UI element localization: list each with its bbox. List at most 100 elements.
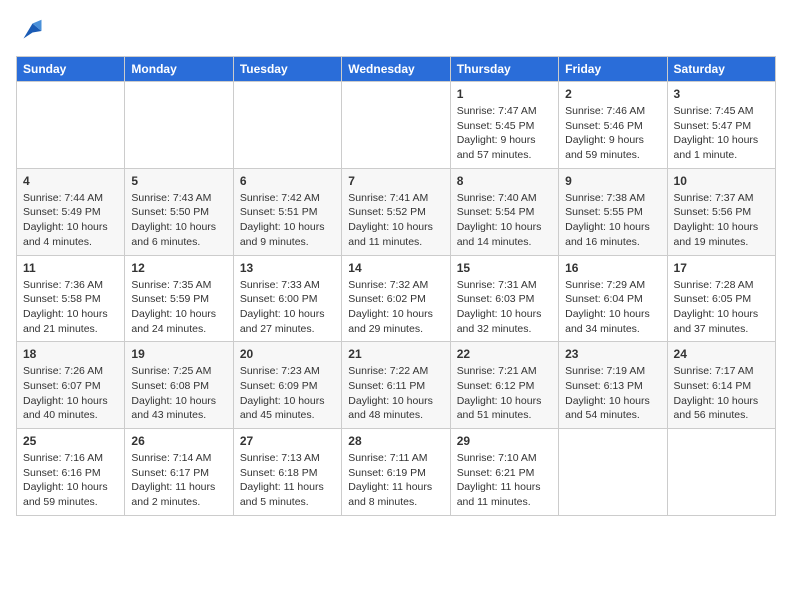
day-info: Sunrise: 7:41 AM Sunset: 5:52 PM Dayligh… — [348, 191, 443, 250]
calendar-cell: 5 Sunrise: 7:43 AM Sunset: 5:50 PM Daylig… — [125, 168, 233, 255]
calendar-cell: 4 Sunrise: 7:44 AM Sunset: 5:49 PM Daylig… — [17, 168, 125, 255]
day-number: 7 — [348, 174, 443, 188]
calendar-cell: 1 Sunrise: 7:47 AM Sunset: 5:45 PM Daylig… — [450, 82, 558, 169]
page-header — [16, 16, 776, 46]
calendar-week-row: 11 Sunrise: 7:36 AM Sunset: 5:58 PM Dayli… — [17, 255, 776, 342]
day-info: Sunrise: 7:19 AM Sunset: 6:13 PM Dayligh… — [565, 364, 660, 423]
day-number: 23 — [565, 347, 660, 361]
day-info: Sunrise: 7:22 AM Sunset: 6:11 PM Dayligh… — [348, 364, 443, 423]
day-number: 19 — [131, 347, 226, 361]
day-number: 10 — [674, 174, 769, 188]
day-number: 5 — [131, 174, 226, 188]
day-number: 18 — [23, 347, 118, 361]
weekday-header-sunday: Sunday — [17, 57, 125, 82]
calendar-cell: 10Sunrise: 7:37 AM Sunset: 5:56 PM Dayli… — [667, 168, 775, 255]
day-info: Sunrise: 7:23 AM Sunset: 6:09 PM Dayligh… — [240, 364, 335, 423]
day-info: Sunrise: 7:47 AM Sunset: 5:45 PM Dayligh… — [457, 104, 552, 163]
calendar-week-row: 18 Sunrise: 7:26 AM Sunset: 6:07 PM Dayli… — [17, 342, 776, 429]
day-info: Sunrise: 7:33 AM Sunset: 6:00 PM Dayligh… — [240, 278, 335, 337]
day-info: Sunrise: 7:43 AM Sunset: 5:50 PM Dayligh… — [131, 191, 226, 250]
day-number: 14 — [348, 261, 443, 275]
day-number: 21 — [348, 347, 443, 361]
calendar-cell: 17 Sunrise: 7:28 AM Sunset: 6:05 PM Dayli… — [667, 255, 775, 342]
day-info: Sunrise: 7:40 AM Sunset: 5:54 PM Dayligh… — [457, 191, 552, 250]
day-info: Sunrise: 7:14 AM Sunset: 6:17 PM Dayligh… — [131, 451, 226, 510]
calendar-cell: 24 Sunrise: 7:17 AM Sunset: 6:14 PM Dayli… — [667, 342, 775, 429]
day-number: 3 — [674, 87, 769, 101]
calendar-cell: 22Sunrise: 7:21 AM Sunset: 6:12 PM Dayli… — [450, 342, 558, 429]
calendar-table: SundayMondayTuesdayWednesdayThursdayFrid… — [16, 56, 776, 516]
calendar-cell — [233, 82, 341, 169]
day-info: Sunrise: 7:17 AM Sunset: 6:14 PM Dayligh… — [674, 364, 769, 423]
weekday-header-wednesday: Wednesday — [342, 57, 450, 82]
day-number: 11 — [23, 261, 118, 275]
day-info: Sunrise: 7:13 AM Sunset: 6:18 PM Dayligh… — [240, 451, 335, 510]
calendar-cell: 20 Sunrise: 7:23 AM Sunset: 6:09 PM Dayli… — [233, 342, 341, 429]
day-info: Sunrise: 7:35 AM Sunset: 5:59 PM Dayligh… — [131, 278, 226, 337]
logo — [16, 16, 50, 46]
day-number: 17 — [674, 261, 769, 275]
calendar-cell: 12 Sunrise: 7:35 AM Sunset: 5:59 PM Dayli… — [125, 255, 233, 342]
day-number: 27 — [240, 434, 335, 448]
calendar-cell — [559, 429, 667, 516]
day-info: Sunrise: 7:44 AM Sunset: 5:49 PM Dayligh… — [23, 191, 118, 250]
calendar-week-row: 4 Sunrise: 7:44 AM Sunset: 5:49 PM Daylig… — [17, 168, 776, 255]
calendar-cell: 28 Sunrise: 7:11 AM Sunset: 6:19 PM Dayli… — [342, 429, 450, 516]
calendar-cell: 19 Sunrise: 7:25 AM Sunset: 6:08 PM Dayli… — [125, 342, 233, 429]
day-info: Sunrise: 7:46 AM Sunset: 5:46 PM Dayligh… — [565, 104, 660, 163]
day-info: Sunrise: 7:45 AM Sunset: 5:47 PM Dayligh… — [674, 104, 769, 163]
calendar-cell — [17, 82, 125, 169]
day-number: 15 — [457, 261, 552, 275]
calendar-cell: 9 Sunrise: 7:38 AM Sunset: 5:55 PM Daylig… — [559, 168, 667, 255]
day-info: Sunrise: 7:11 AM Sunset: 6:19 PM Dayligh… — [348, 451, 443, 510]
weekday-header-monday: Monday — [125, 57, 233, 82]
day-number: 29 — [457, 434, 552, 448]
day-number: 28 — [348, 434, 443, 448]
day-info: Sunrise: 7:36 AM Sunset: 5:58 PM Dayligh… — [23, 278, 118, 337]
calendar-cell — [125, 82, 233, 169]
calendar-cell: 7 Sunrise: 7:41 AM Sunset: 5:52 PM Daylig… — [342, 168, 450, 255]
day-info: Sunrise: 7:10 AM Sunset: 6:21 PM Dayligh… — [457, 451, 552, 510]
calendar-week-row: 25 Sunrise: 7:16 AM Sunset: 6:16 PM Dayli… — [17, 429, 776, 516]
weekday-header-friday: Friday — [559, 57, 667, 82]
day-number: 22 — [457, 347, 552, 361]
weekday-header-thursday: Thursday — [450, 57, 558, 82]
day-number: 13 — [240, 261, 335, 275]
calendar-cell: 11 Sunrise: 7:36 AM Sunset: 5:58 PM Dayli… — [17, 255, 125, 342]
day-number: 25 — [23, 434, 118, 448]
calendar-week-row: 1 Sunrise: 7:47 AM Sunset: 5:45 PM Daylig… — [17, 82, 776, 169]
day-info: Sunrise: 7:38 AM Sunset: 5:55 PM Dayligh… — [565, 191, 660, 250]
calendar-cell: 8 Sunrise: 7:40 AM Sunset: 5:54 PM Daylig… — [450, 168, 558, 255]
calendar-cell — [667, 429, 775, 516]
day-info: Sunrise: 7:42 AM Sunset: 5:51 PM Dayligh… — [240, 191, 335, 250]
day-number: 12 — [131, 261, 226, 275]
day-number: 4 — [23, 174, 118, 188]
calendar-header-row: SundayMondayTuesdayWednesdayThursdayFrid… — [17, 57, 776, 82]
calendar-cell: 23 Sunrise: 7:19 AM Sunset: 6:13 PM Dayli… — [559, 342, 667, 429]
day-number: 24 — [674, 347, 769, 361]
day-info: Sunrise: 7:28 AM Sunset: 6:05 PM Dayligh… — [674, 278, 769, 337]
day-number: 20 — [240, 347, 335, 361]
day-number: 6 — [240, 174, 335, 188]
calendar-cell: 3 Sunrise: 7:45 AM Sunset: 5:47 PM Daylig… — [667, 82, 775, 169]
day-info: Sunrise: 7:32 AM Sunset: 6:02 PM Dayligh… — [348, 278, 443, 337]
weekday-header-tuesday: Tuesday — [233, 57, 341, 82]
day-info: Sunrise: 7:31 AM Sunset: 6:03 PM Dayligh… — [457, 278, 552, 337]
weekday-header-saturday: Saturday — [667, 57, 775, 82]
calendar-cell: 25 Sunrise: 7:16 AM Sunset: 6:16 PM Dayli… — [17, 429, 125, 516]
day-info: Sunrise: 7:26 AM Sunset: 6:07 PM Dayligh… — [23, 364, 118, 423]
calendar-cell: 2Sunrise: 7:46 AM Sunset: 5:46 PM Daylig… — [559, 82, 667, 169]
calendar-cell: 27 Sunrise: 7:13 AM Sunset: 6:18 PM Dayli… — [233, 429, 341, 516]
calendar-cell: 13 Sunrise: 7:33 AM Sunset: 6:00 PM Dayli… — [233, 255, 341, 342]
calendar-cell — [342, 82, 450, 169]
day-number: 9 — [565, 174, 660, 188]
calendar-cell: 16Sunrise: 7:29 AM Sunset: 6:04 PM Dayli… — [559, 255, 667, 342]
day-info: Sunrise: 7:16 AM Sunset: 6:16 PM Dayligh… — [23, 451, 118, 510]
day-number: 8 — [457, 174, 552, 188]
calendar-cell: 6 Sunrise: 7:42 AM Sunset: 5:51 PM Daylig… — [233, 168, 341, 255]
day-info: Sunrise: 7:25 AM Sunset: 6:08 PM Dayligh… — [131, 364, 226, 423]
calendar-cell: 29 Sunrise: 7:10 AM Sunset: 6:21 PM Dayli… — [450, 429, 558, 516]
day-number: 1 — [457, 87, 552, 101]
calendar-cell: 26Sunrise: 7:14 AM Sunset: 6:17 PM Dayli… — [125, 429, 233, 516]
day-number: 16 — [565, 261, 660, 275]
